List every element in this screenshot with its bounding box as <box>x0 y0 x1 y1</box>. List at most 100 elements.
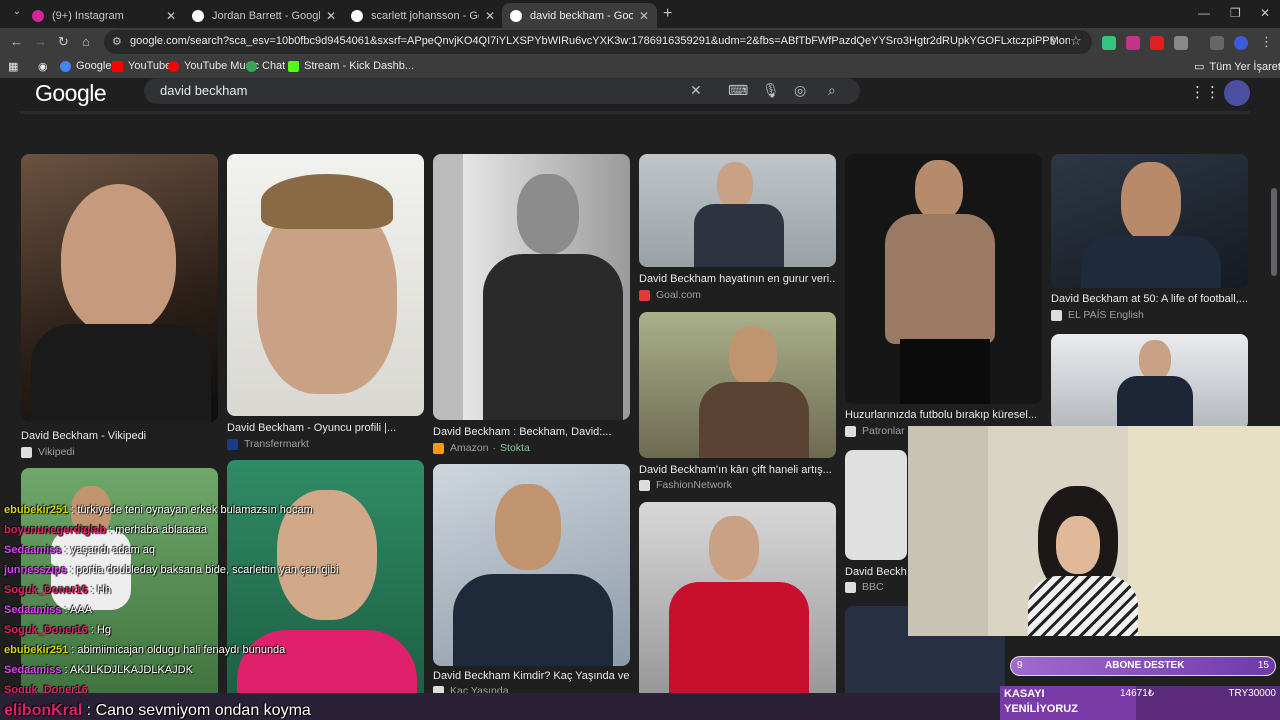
chat-text: portia doubleday baksana bide, scarletti… <box>76 564 339 576</box>
result-source[interactable]: Amazon · Stokta <box>433 442 530 454</box>
donation-amount: 14671₺ <box>1120 688 1155 699</box>
patronlar-icon <box>845 425 856 437</box>
image-result[interactable] <box>21 154 218 422</box>
close-window-icon[interactable]: ✕ <box>1260 6 1270 20</box>
microphone-icon[interactable]: 🎙 <box>762 82 780 99</box>
extension-icon[interactable] <box>1126 36 1140 50</box>
image-result[interactable] <box>1051 154 1248 288</box>
bookmark-google[interactable]: Google <box>60 60 111 72</box>
restore-icon[interactable]: ❐ <box>1230 6 1241 20</box>
chat-user: Soguk_Doner16 <box>4 584 88 596</box>
close-tab-icon[interactable]: ✕ <box>326 9 336 23</box>
url-text[interactable]: google.com/search?sca_esv=10b0fbc9d94540… <box>130 35 1070 47</box>
reload-icon[interactable]: ↻ <box>58 34 69 50</box>
search-icon[interactable]: ⌕ <box>828 82 836 99</box>
chat-text: merhaba ablaaaaa <box>115 524 207 536</box>
tab-david-beckham[interactable]: david beckham - Google'da Ara ✕ <box>502 3 657 28</box>
minimize-icon[interactable]: — <box>1198 6 1210 20</box>
result-caption[interactable]: David Beckham - Vikipedi <box>21 430 218 442</box>
back-icon[interactable]: ← <box>10 34 23 49</box>
tab-label: scarlett johansson - Google'da <box>371 9 479 22</box>
image-result[interactable] <box>1051 334 1248 430</box>
chat-text: Hg <box>96 624 111 636</box>
result-caption[interactable]: David Beckham hayatının en gurur veri... <box>639 273 836 285</box>
sweater-shape <box>1028 576 1138 636</box>
separator: · <box>492 442 497 454</box>
tab-scarlett-johansson[interactable]: scarlett johansson - Google'da ✕ <box>343 3 503 28</box>
bbc-icon <box>845 581 856 593</box>
new-tab-button[interactable]: + <box>663 5 672 23</box>
face-shape <box>495 484 561 570</box>
chat-user: Soguk_Doner16 <box>4 624 88 636</box>
image-result[interactable] <box>433 154 630 420</box>
stream-chat: ebubekir251 : türkiyede teni oynayan erk… <box>0 500 480 700</box>
clear-icon[interactable]: ✕ <box>690 82 702 99</box>
chat-message: Sedaamiss : yaşandı adam aq <box>4 544 156 556</box>
close-tab-icon[interactable]: ✕ <box>166 9 176 23</box>
tab-instagram[interactable]: (9+) Instagram ✕ <box>24 3 184 28</box>
result-source[interactable]: EL PAÍS English <box>1051 309 1144 321</box>
image-result[interactable] <box>639 154 836 267</box>
tab-label: Jordan Barrett - Google'da Ara <box>212 9 320 22</box>
image-result[interactable] <box>845 154 1042 404</box>
search-input[interactable]: david beckham <box>160 83 247 98</box>
result-caption[interactable]: David Beckham at 50: A life of football,… <box>1051 293 1248 305</box>
suit-shape <box>1081 236 1221 288</box>
bookmark-star-icon[interactable]: ☆ <box>1070 33 1082 49</box>
keyboard-icon[interactable]: ⌨ <box>728 82 748 99</box>
bookmark-kick[interactable]: Stream - Kick Dashb... <box>288 60 414 72</box>
address-bar[interactable]: ⚙ google.com/search?sca_esv=10b0fbc9d945… <box>104 30 1092 54</box>
image-result[interactable] <box>845 450 907 560</box>
home-icon[interactable]: ⌂ <box>82 34 90 49</box>
image-result[interactable] <box>639 502 836 720</box>
forward-icon[interactable]: → <box>34 34 47 49</box>
menu-kebab-icon[interactable]: ⋮ <box>1260 34 1273 50</box>
google-apps-icon[interactable]: ⋮⋮ <box>1190 83 1220 101</box>
door-shape <box>1128 426 1280 636</box>
chat-message: junnesszips : portia doubleday baksana b… <box>4 564 339 576</box>
bookmark-youtube[interactable]: YouTube <box>112 60 171 72</box>
result-source[interactable]: Transfermarkt <box>227 438 309 450</box>
google-logo[interactable]: Google <box>35 80 107 107</box>
result-source[interactable]: Patronlar <box>845 425 905 437</box>
close-tab-icon[interactable]: ✕ <box>485 9 495 23</box>
tab-jordan-barrett[interactable]: Jordan Barrett - Google'da Ara ✕ <box>184 3 344 28</box>
result-source[interactable]: FashionNetwork <box>639 479 732 491</box>
all-bookmarks[interactable]: ▭ Tüm Yer İşaretleri <box>1194 60 1280 74</box>
extension-icon[interactable] <box>1102 36 1116 50</box>
result-source[interactable]: Goal.com <box>639 289 701 301</box>
chat-message: Sedaamiss : AAA <box>4 604 93 616</box>
lens-icon[interactable]: ◎ <box>794 82 806 99</box>
chat-message: elibonKral : Cano sevmiyom ondan koyma <box>4 702 311 719</box>
donation-title-line2: YENİLİYORUZ <box>1004 703 1078 715</box>
image-result[interactable] <box>227 154 424 416</box>
image-result[interactable] <box>639 312 836 458</box>
extensions-puzzle-icon[interactable] <box>1174 36 1188 50</box>
search-box[interactable]: david beckham ✕ ⌨ 🎙 ◎ ⌕ <box>144 78 860 104</box>
bookmark-label: Chat <box>262 60 286 72</box>
globe-icon[interactable]: ◉ <box>38 60 48 73</box>
result-caption[interactable]: David Beckham'ın kârı çift haneli artış.… <box>639 464 836 476</box>
account-avatar[interactable] <box>1224 80 1250 106</box>
result-caption[interactable]: David Beckham - Oyuncu profili |... <box>227 422 424 434</box>
apps-grid-icon[interactable]: ▦ <box>8 60 18 73</box>
result-caption[interactable]: David Beckh <box>845 566 907 578</box>
result-caption[interactable]: David Beckham : Beckham, David:... <box>433 426 630 438</box>
reading-list-icon[interactable] <box>1210 36 1224 50</box>
extension-icon[interactable] <box>1150 36 1164 50</box>
goal-target: 15 <box>1257 660 1269 671</box>
bookmarks-bar: ▦ ◉ Google YouTube YouTube Music Chat St… <box>0 56 1280 78</box>
result-source[interactable]: BBC <box>845 581 884 593</box>
close-tab-icon[interactable]: ✕ <box>639 9 649 23</box>
shirt-shape <box>31 324 211 422</box>
result-source[interactable]: Vikipedi <box>21 446 75 458</box>
source-label: Patronlar <box>862 425 905 437</box>
bookmark-chat[interactable]: Chat <box>246 60 285 72</box>
site-info-icon[interactable]: ⚙ <box>112 35 122 48</box>
chat-message: boyununegerdiglab : merhaba ablaaaaa <box>4 524 207 536</box>
page-scrollbar[interactable] <box>1271 188 1277 276</box>
profile-avatar[interactable] <box>1234 36 1248 50</box>
google-icon <box>60 60 71 72</box>
share-icon[interactable]: ⇪ <box>1048 34 1058 48</box>
result-caption[interactable]: Huzurlarınızda futbolu bırakıp küresel..… <box>845 409 1042 421</box>
